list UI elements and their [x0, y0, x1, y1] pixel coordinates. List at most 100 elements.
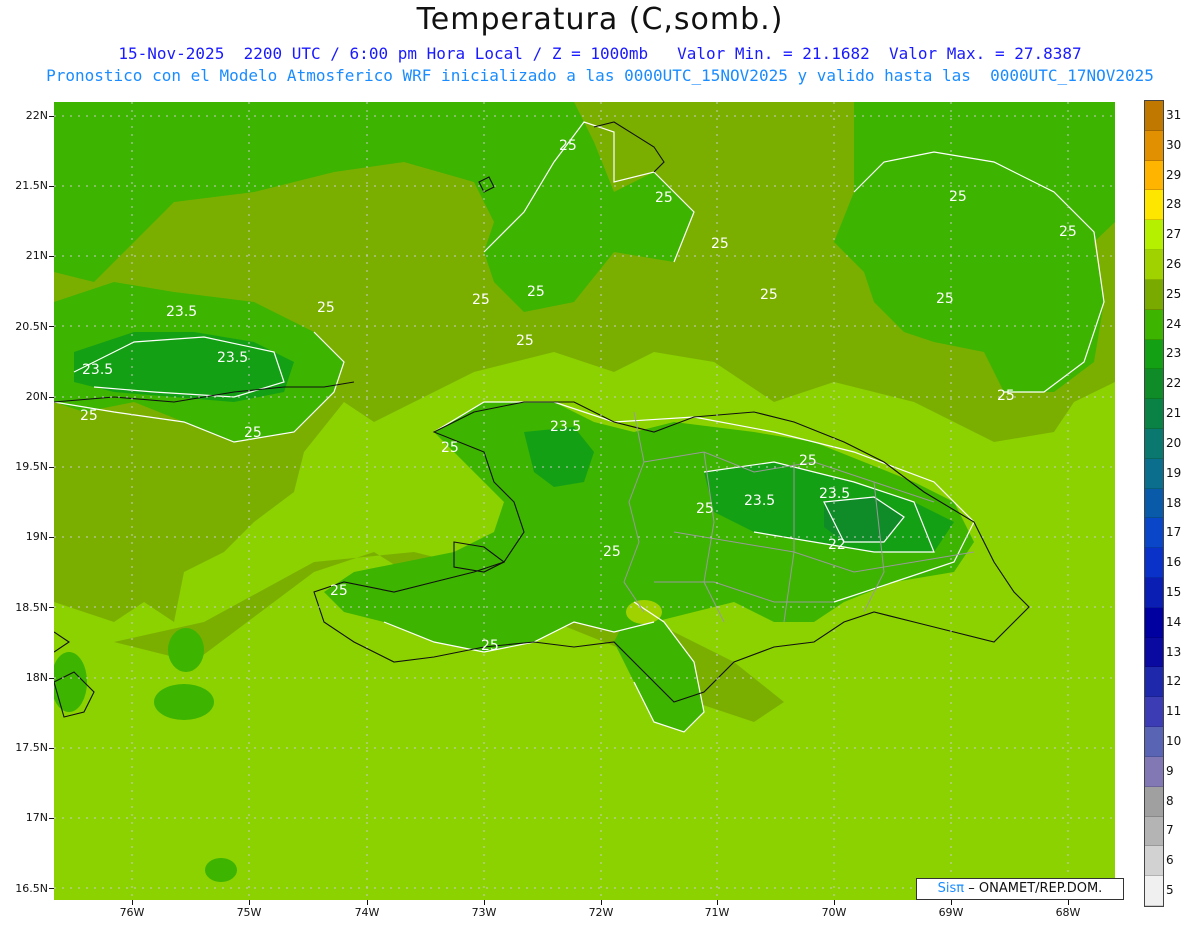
contour-label: 25: [760, 287, 778, 303]
color-scale-cell: [1145, 667, 1163, 698]
color-scale-cell: [1145, 578, 1163, 608]
lon-label: 74W: [354, 906, 380, 919]
lat-label: 19.5N: [15, 460, 48, 473]
lat-tick: [49, 888, 54, 889]
lat-tick: [49, 607, 54, 608]
color-scale-cell: [1145, 607, 1163, 638]
lat-tick: [49, 256, 54, 257]
lat-tick: [49, 186, 54, 187]
brand-logo-text: Sisπ: [937, 881, 965, 896]
lon-label: 68W: [1055, 906, 1081, 919]
contour-label: 25: [603, 544, 621, 560]
contour-label: 25: [527, 284, 545, 300]
contour-label: 25: [936, 291, 954, 307]
color-scale-label: 6: [1166, 853, 1174, 868]
lon-tick: [951, 900, 952, 905]
lat-tick: [49, 678, 54, 679]
contour-label: 23.5: [166, 304, 197, 320]
lon-label: 71W: [704, 906, 730, 919]
lon-tick: [834, 900, 835, 905]
lon-label: 73W: [471, 906, 497, 919]
lat-tick: [49, 537, 54, 538]
contour-label: 22: [828, 537, 846, 553]
lat-tick: [49, 818, 54, 819]
patch-south-islet: [205, 858, 237, 882]
color-scale-label: 28: [1166, 197, 1182, 212]
color-scale-label: 5: [1166, 883, 1174, 898]
color-scale-cell: [1145, 130, 1163, 161]
lon-label: 76W: [119, 906, 145, 919]
color-scale-label: 23: [1166, 346, 1182, 361]
lon-label: 70W: [821, 906, 847, 919]
valid-time-line: 15-Nov-2025 2200 UTC / 6:00 pm Hora Loca…: [118, 44, 1082, 63]
contour-label: 25: [80, 408, 98, 424]
color-scale-cell: [1145, 697, 1163, 728]
color-scale-cell: [1145, 369, 1163, 400]
contour-label: 25: [481, 638, 499, 654]
color-scale-label: 15: [1166, 584, 1182, 599]
contour-label: 25: [949, 189, 967, 205]
color-scale-label: 19: [1166, 465, 1182, 480]
color-scale-label: 7: [1166, 823, 1174, 838]
lon-tick: [249, 900, 250, 905]
contour-label: 25: [516, 333, 534, 349]
lon-tick: [717, 900, 718, 905]
credit-box: Sisπ – ONAMET/REP.DOM.: [916, 878, 1124, 900]
patch-jamaica-east: [168, 628, 204, 672]
model-info-line: Pronostico con el Modelo Atmosferico WRF…: [46, 66, 1154, 85]
color-scale-label: 25: [1166, 286, 1182, 301]
color-scale-cell: [1145, 428, 1163, 459]
lat-label: 17N: [25, 811, 48, 824]
lat-label: 18N: [25, 671, 48, 684]
lon-tick: [484, 900, 485, 905]
color-scale-label: 20: [1166, 435, 1182, 450]
lon-label: 75W: [236, 906, 262, 919]
color-scale-label: 13: [1166, 644, 1182, 659]
contour-label: 25: [997, 388, 1015, 404]
color-scale-label: 9: [1166, 763, 1174, 778]
contour-label: 25: [559, 138, 577, 154]
lat-label: 19N: [25, 530, 48, 543]
lon-tick: [132, 900, 133, 905]
color-scale-cell: [1145, 518, 1163, 549]
temperature-map: 25 25 25 25 25 25 25 25 25 25 25 25 25 2…: [54, 102, 1115, 900]
contour-label: 25: [244, 425, 262, 441]
color-scale-label: 18: [1166, 495, 1182, 510]
lat-label: 17.5N: [15, 741, 48, 754]
contour-label: 25: [441, 440, 459, 456]
color-scale-label: 30: [1166, 137, 1182, 152]
color-scale-cell: [1145, 727, 1163, 757]
lat-label: 18.5N: [15, 601, 48, 614]
map-title: Temperatura (C,somb.): [416, 2, 784, 37]
contour-label: 25: [317, 300, 335, 316]
lat-tick: [49, 116, 54, 117]
color-scale-label: 17: [1166, 525, 1182, 540]
color-scale-cell: [1145, 876, 1163, 906]
contour-label: 23.5: [217, 350, 248, 366]
color-scale-cell: [1145, 309, 1163, 340]
contour-label: 23.5: [819, 486, 850, 502]
color-scale-label: 24: [1166, 316, 1182, 331]
color-scale-cell: [1145, 399, 1163, 429]
lat-tick: [49, 397, 54, 398]
lon-tick: [1068, 900, 1069, 905]
lon-tick: [367, 900, 368, 905]
lat-label: 22N: [25, 109, 48, 122]
contour-label: 25: [799, 453, 817, 469]
color-scale-label: 12: [1166, 674, 1182, 689]
lon-tick: [601, 900, 602, 905]
color-scale-label: 21: [1166, 406, 1182, 421]
color-scale-label: 26: [1166, 256, 1182, 271]
color-scale-cell: [1145, 756, 1163, 787]
lon-label: 72W: [588, 906, 614, 919]
credit-text: – ONAMET/REP.DOM.: [968, 881, 1103, 896]
color-scale-cell: [1145, 488, 1163, 519]
color-scale-cell: [1145, 279, 1163, 310]
color-scale-label: 8: [1166, 793, 1174, 808]
color-scale-cell: [1145, 160, 1163, 191]
color-scale-label: 27: [1166, 227, 1182, 242]
lat-label: 21N: [25, 249, 48, 262]
contour-label: 25: [696, 501, 714, 517]
color-scale-cell: [1145, 220, 1163, 251]
lat-tick: [49, 326, 54, 327]
